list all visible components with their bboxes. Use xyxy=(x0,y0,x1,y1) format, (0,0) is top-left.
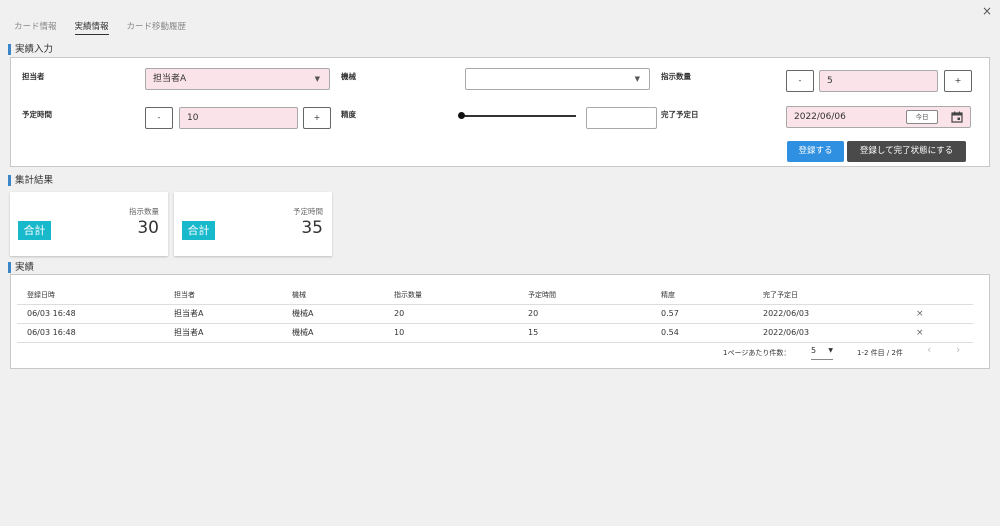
due-date-value: 2022/06/06 xyxy=(794,112,846,122)
col-actions xyxy=(906,287,973,305)
next-page-button[interactable]: › xyxy=(956,343,960,356)
col-qty[interactable]: 指示数量 xyxy=(384,287,518,305)
qty-label: 指示数量 xyxy=(661,72,691,81)
col-due-date[interactable]: 完了予定日 xyxy=(753,287,906,305)
due-date-input[interactable]: 2022/06/06 今日 xyxy=(786,106,971,128)
qty-plus-button[interactable]: + xyxy=(944,70,972,92)
results-section-title: 実績 xyxy=(8,262,34,273)
delete-icon[interactable]: × xyxy=(916,309,924,319)
assignee-value: 担当者A xyxy=(153,74,187,84)
col-registered-at[interactable]: 登録日時 xyxy=(17,287,164,305)
summary-time-label: 予定時間 xyxy=(293,207,323,216)
register-complete-button[interactable]: 登録して完了状態にする xyxy=(847,141,966,162)
results-table: 登録日時 担当者 機械 指示数量 予定時間 精度 完了予定日 06/03 16:… xyxy=(17,287,973,343)
summary-qty-label: 指示数量 xyxy=(129,207,159,216)
plan-time-minus-button[interactable]: - xyxy=(145,107,173,129)
cell-registered-at: 06/03 16:48 xyxy=(17,323,164,343)
today-button[interactable]: 今日 xyxy=(906,110,938,124)
delete-icon[interactable]: × xyxy=(916,328,924,338)
col-assignee[interactable]: 担当者 xyxy=(164,287,282,305)
assignee-select[interactable]: 担当者A ▼ xyxy=(145,68,330,90)
cell-assignee: 担当者A xyxy=(164,323,282,343)
accuracy-slider-thumb[interactable] xyxy=(458,112,465,119)
tab-card-info[interactable]: カード情報 xyxy=(14,20,57,35)
col-plan-time[interactable]: 予定時間 xyxy=(518,287,651,305)
tab-bar: カード情報 実績情報 カード移動履歴 xyxy=(14,20,186,35)
summary-qty-value: 30 xyxy=(137,218,159,238)
page-range-label: 1-2 件目 / 2件 xyxy=(857,349,903,357)
qty-minus-button[interactable]: - xyxy=(786,70,814,92)
machine-label: 機械 xyxy=(341,72,356,81)
plan-time-input[interactable]: 10 xyxy=(179,107,298,129)
cell-due-date: 2022/06/03 xyxy=(753,304,906,324)
close-button[interactable]: × xyxy=(980,4,994,18)
tab-card-history[interactable]: カード移動履歴 xyxy=(127,20,187,35)
per-page-label: 1ページあたり件数： xyxy=(723,349,791,357)
accuracy-label: 精度 xyxy=(341,110,356,119)
total-badge: 合計 xyxy=(182,221,215,240)
table-header-row: 登録日時 担当者 機械 指示数量 予定時間 精度 完了予定日 xyxy=(17,287,973,305)
col-accuracy[interactable]: 精度 xyxy=(651,287,753,305)
qty-input[interactable]: 5 xyxy=(819,70,938,92)
input-section-title: 実績入力 xyxy=(8,44,53,55)
total-badge: 合計 xyxy=(18,221,51,240)
per-page-value: 5 xyxy=(811,346,817,355)
cell-machine: 機械A xyxy=(282,323,384,343)
due-label: 完了予定日 xyxy=(661,110,699,119)
input-panel: 担当者 担当者A ▼ 機械 ▼ 指示数量 - 5 + 予定時間 - 10 + 精… xyxy=(10,57,990,167)
cell-accuracy: 0.54 xyxy=(651,323,753,343)
prev-page-button[interactable]: ‹ xyxy=(927,343,931,356)
summary-card-time: 合計 予定時間 35 xyxy=(174,192,332,256)
summary-card-qty: 合計 指示数量 30 xyxy=(10,192,168,256)
cell-machine: 機械A xyxy=(282,304,384,324)
chevron-down-icon: ▼ xyxy=(828,347,833,354)
plan-time-plus-button[interactable]: + xyxy=(303,107,331,129)
cell-plan-time: 20 xyxy=(518,304,651,324)
tab-results-info[interactable]: 実績情報 xyxy=(74,20,109,35)
chevron-down-icon: ▼ xyxy=(634,75,640,83)
summary-section-title: 集計結果 xyxy=(8,175,53,186)
accuracy-input[interactable] xyxy=(586,107,657,129)
cell-assignee: 担当者A xyxy=(164,304,282,324)
per-page-select[interactable]: 5 ▼ xyxy=(811,346,833,360)
assignee-label: 担当者 xyxy=(22,72,45,81)
cell-plan-time: 15 xyxy=(518,323,651,343)
cell-registered-at: 06/03 16:48 xyxy=(17,304,164,324)
col-machine[interactable]: 機械 xyxy=(282,287,384,305)
cell-qty: 20 xyxy=(384,304,518,324)
calendar-icon[interactable] xyxy=(951,111,963,123)
plan-time-label: 予定時間 xyxy=(22,110,52,119)
summary-time-value: 35 xyxy=(301,218,323,238)
cell-qty: 10 xyxy=(384,323,518,343)
table-row: 06/03 16:48 担当者A 機械A 10 15 0.54 2022/06/… xyxy=(17,323,973,343)
chevron-down-icon: ▼ xyxy=(314,75,320,83)
cell-accuracy: 0.57 xyxy=(651,304,753,324)
cell-due-date: 2022/06/03 xyxy=(753,323,906,343)
table-row: 06/03 16:48 担当者A 機械A 20 20 0.57 2022/06/… xyxy=(17,304,973,324)
accuracy-slider-track[interactable] xyxy=(463,115,576,117)
register-button[interactable]: 登録する xyxy=(787,141,844,162)
results-panel: 登録日時 担当者 機械 指示数量 予定時間 精度 完了予定日 06/03 16:… xyxy=(10,274,990,369)
machine-select[interactable]: ▼ xyxy=(465,68,650,90)
